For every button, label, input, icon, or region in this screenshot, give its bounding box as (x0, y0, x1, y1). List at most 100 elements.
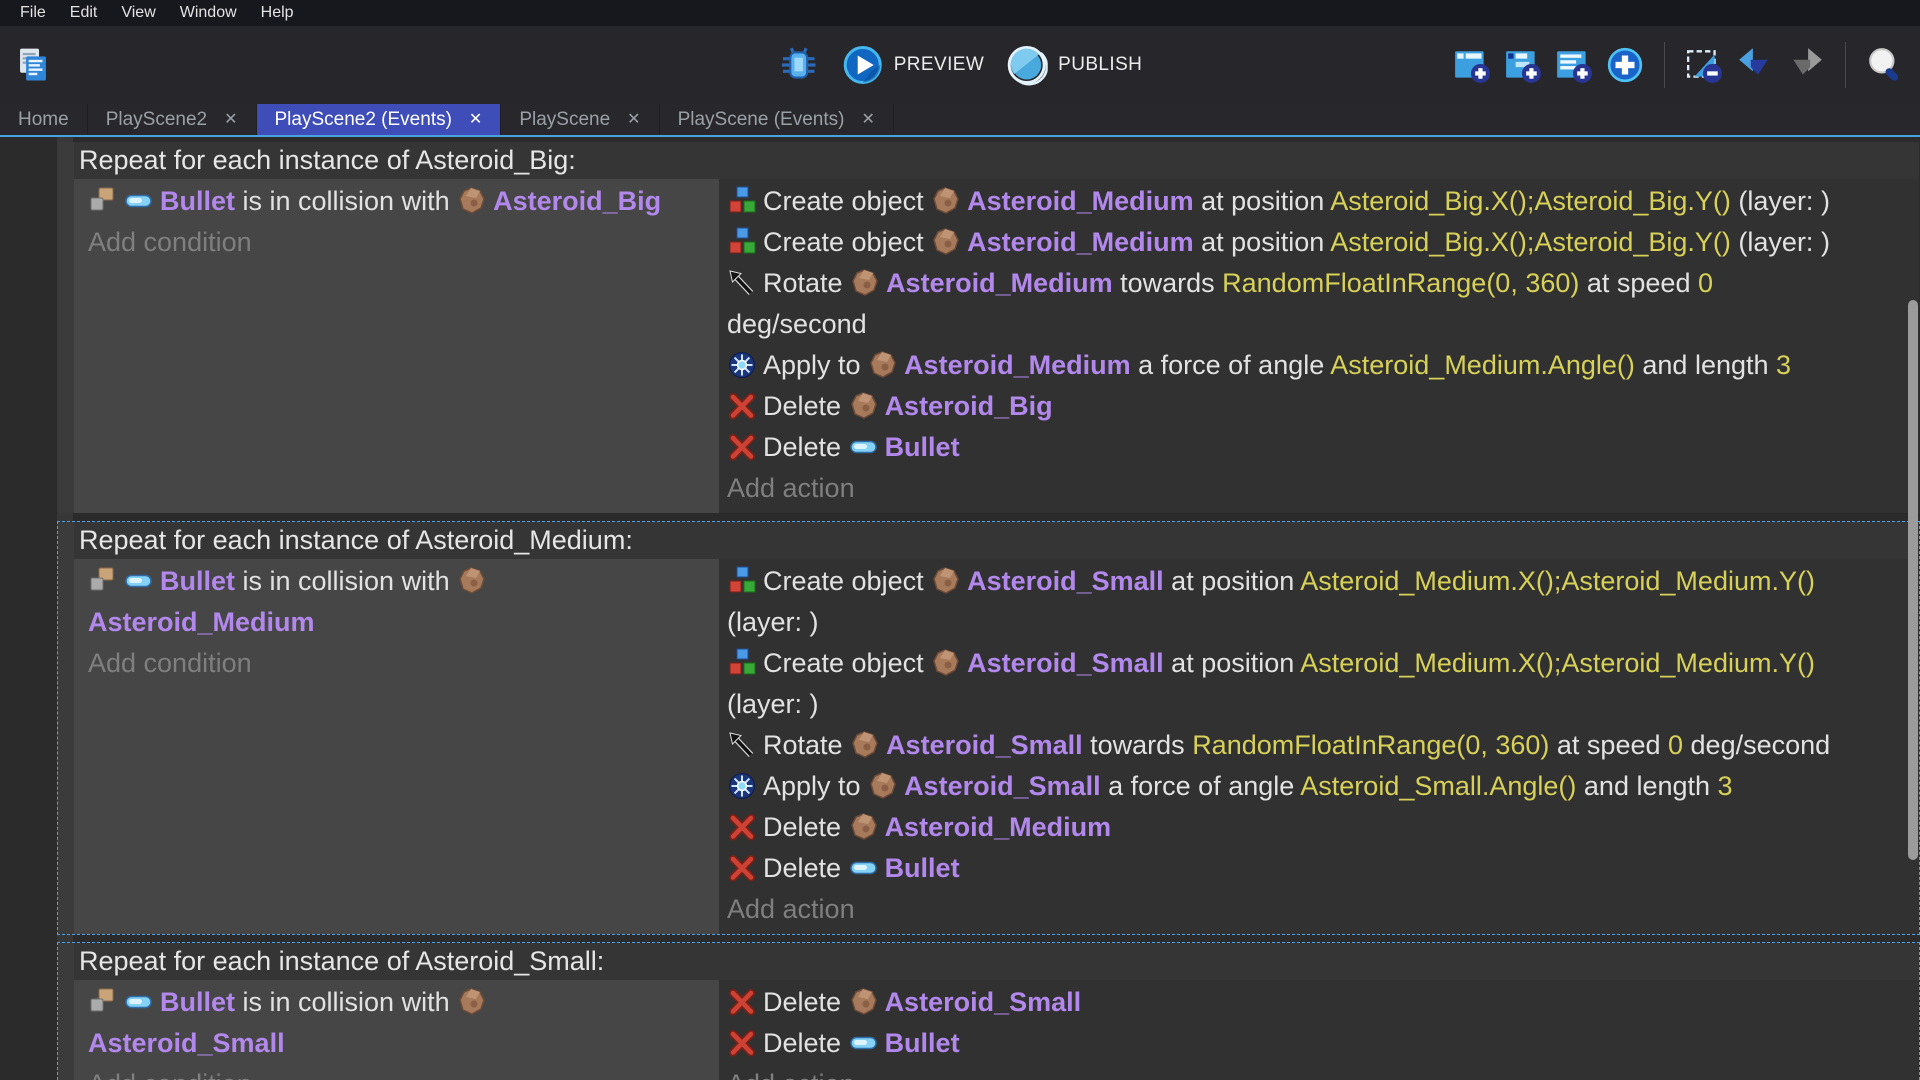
instruction-text: Delete (763, 987, 849, 1017)
tab-playscene[interactable]: PlayScene✕ (501, 104, 659, 135)
tab-close-icon[interactable]: ✕ (469, 112, 482, 128)
add-circle-icon (1606, 46, 1644, 84)
event-drag-handle[interactable] (58, 943, 74, 1080)
action-row[interactable]: Create object Asteroid_Small at position… (727, 561, 1915, 643)
preview-play-icon (842, 44, 884, 86)
tab-close-icon[interactable]: ✕ (224, 112, 237, 128)
delete-icon (727, 812, 757, 842)
event-header[interactable]: Repeat for each instance of Asteroid_Big… (74, 142, 1919, 179)
rotate-icon (727, 268, 757, 298)
action-row[interactable]: Delete Bullet (727, 1023, 1915, 1064)
action-row[interactable]: Delete Asteroid_Small (727, 982, 1915, 1023)
event-drag-handle[interactable] (58, 522, 74, 934)
instruction-text: Delete (763, 812, 849, 842)
asteroid-icon (457, 566, 487, 596)
instruction-text: towards (1113, 268, 1223, 298)
event-block-2[interactable]: Repeat for each instance of Asteroid_Med… (57, 521, 1920, 935)
object-name: Asteroid_Small (88, 1028, 285, 1058)
menu-item-file[interactable]: File (8, 4, 58, 22)
events-sheet: Repeat for each instance of Asteroid_Big… (0, 137, 1920, 1080)
undo-button[interactable] (1736, 46, 1774, 84)
asteroid-icon (868, 771, 898, 801)
gdevelop-logo-icon (14, 46, 52, 84)
conditions-column: Bullet is in collision with Asteroid_Big… (74, 179, 719, 513)
toolbar-separator (1664, 42, 1665, 88)
add-condition-button[interactable]: Add condition (88, 1064, 713, 1080)
redo-button[interactable] (1787, 46, 1825, 84)
event-block-3[interactable]: Repeat for each instance of Asteroid_Sma… (57, 942, 1920, 1080)
event-header[interactable]: Repeat for each instance of Asteroid_Sma… (74, 943, 1919, 980)
add-condition-button[interactable]: Add condition (88, 222, 713, 263)
condition-row[interactable]: Bullet is in collision with Asteroid_Big (88, 181, 713, 222)
menu-item-help[interactable]: Help (249, 4, 306, 22)
bullet-icon (849, 853, 879, 883)
add-circle-button[interactable] (1606, 46, 1644, 84)
vertical-scrollbar-thumb[interactable] (1908, 300, 1918, 860)
expression-text: Asteroid_Medium.X();Asteroid_Medium.Y() (1300, 566, 1815, 596)
main-toolbar: PREVIEW PUBLISH (0, 26, 1920, 104)
action-row[interactable]: Delete Asteroid_Medium (727, 807, 1915, 848)
asteroid-icon (849, 391, 879, 421)
menu-item-view[interactable]: View (109, 4, 167, 22)
action-row[interactable]: Rotate Asteroid_Small towards RandomFloa… (727, 725, 1915, 766)
instruction-text: Delete (763, 853, 849, 883)
menu-item-window[interactable]: Window (168, 4, 249, 22)
tab-playscene2-events-[interactable]: PlayScene2 (Events)✕ (257, 104, 502, 135)
tab-close-icon[interactable]: ✕ (861, 112, 874, 128)
object-name: Bullet (885, 1028, 960, 1058)
tab-playscene2[interactable]: PlayScene2✕ (88, 104, 257, 135)
expression-text: Asteroid_Medium.X();Asteroid_Medium.Y() (1300, 648, 1815, 678)
event-block-1[interactable]: Repeat for each instance of Asteroid_Big… (57, 141, 1920, 514)
add-subevent-button[interactable] (1504, 46, 1542, 84)
preview-label: PREVIEW (894, 54, 984, 76)
instruction-text: at position (1194, 227, 1331, 257)
delete-event-button[interactable] (1685, 46, 1723, 84)
preview-button[interactable]: PREVIEW (842, 44, 984, 86)
tab-close-icon[interactable]: ✕ (627, 112, 640, 128)
instruction-text: Rotate (763, 268, 850, 298)
add-action-button[interactable]: Add action (727, 889, 1915, 930)
expression-text: Asteroid_Small.Angle() (1300, 771, 1576, 801)
add-action-button[interactable]: Add action (727, 468, 1915, 509)
instruction-text: at speed (1579, 268, 1698, 298)
action-row[interactable]: Delete Bullet (727, 848, 1915, 889)
object-name: Asteroid_Medium (967, 227, 1194, 257)
add-comment-button[interactable] (1555, 46, 1593, 84)
debug-button[interactable] (778, 44, 820, 86)
instruction-text: at speed (1549, 730, 1668, 760)
instruction-text: a force of angle (1131, 350, 1331, 380)
collision-icon (88, 987, 118, 1017)
add-event-button[interactable] (1453, 46, 1491, 84)
add-condition-button[interactable]: Add condition (88, 643, 713, 684)
rotate-icon (727, 730, 757, 760)
action-row[interactable]: Create object Asteroid_Medium at positio… (727, 222, 1915, 263)
publish-button[interactable]: PUBLISH (1006, 44, 1142, 86)
search-button[interactable] (1866, 46, 1904, 84)
action-row[interactable]: Create object Asteroid_Medium at positio… (727, 181, 1915, 222)
condition-row[interactable]: Bullet is in collision with Asteroid_Sma… (88, 982, 713, 1064)
tab-label: PlayScene (Events) (678, 109, 845, 131)
action-row[interactable]: Create object Asteroid_Small at position… (727, 643, 1915, 725)
condition-row[interactable]: Bullet is in collision with Asteroid_Med… (88, 561, 713, 643)
object-name: Asteroid_Small (886, 730, 1083, 760)
tab-home[interactable]: Home (0, 104, 88, 135)
delete-icon (727, 987, 757, 1017)
undo-icon (1736, 46, 1774, 84)
expression-text: RandomFloatInRange(0, 360) (1192, 730, 1549, 760)
add-action-button[interactable]: Add action (727, 1064, 1915, 1080)
instruction-text: a force of angle (1101, 771, 1301, 801)
instruction-text: is in collision with (235, 186, 457, 216)
menu-item-edit[interactable]: Edit (58, 4, 110, 22)
project-manager-button[interactable] (14, 46, 52, 84)
action-row[interactable]: Rotate Asteroid_Medium towards RandomFlo… (727, 263, 1915, 345)
tab-playscene-events-[interactable]: PlayScene (Events) ✕ (660, 104, 894, 135)
instruction-text: towards (1083, 730, 1193, 760)
instruction-text: Create object (763, 566, 931, 596)
object-name: Bullet (885, 853, 960, 883)
action-row[interactable]: Delete Asteroid_Big (727, 386, 1915, 427)
event-header[interactable]: Repeat for each instance of Asteroid_Med… (74, 522, 1919, 559)
event-drag-handle[interactable] (58, 142, 74, 513)
action-row[interactable]: Delete Bullet (727, 427, 1915, 468)
action-row[interactable]: Apply to Asteroid_Medium a force of angl… (727, 345, 1915, 386)
action-row[interactable]: Apply to Asteroid_Small a force of angle… (727, 766, 1915, 807)
